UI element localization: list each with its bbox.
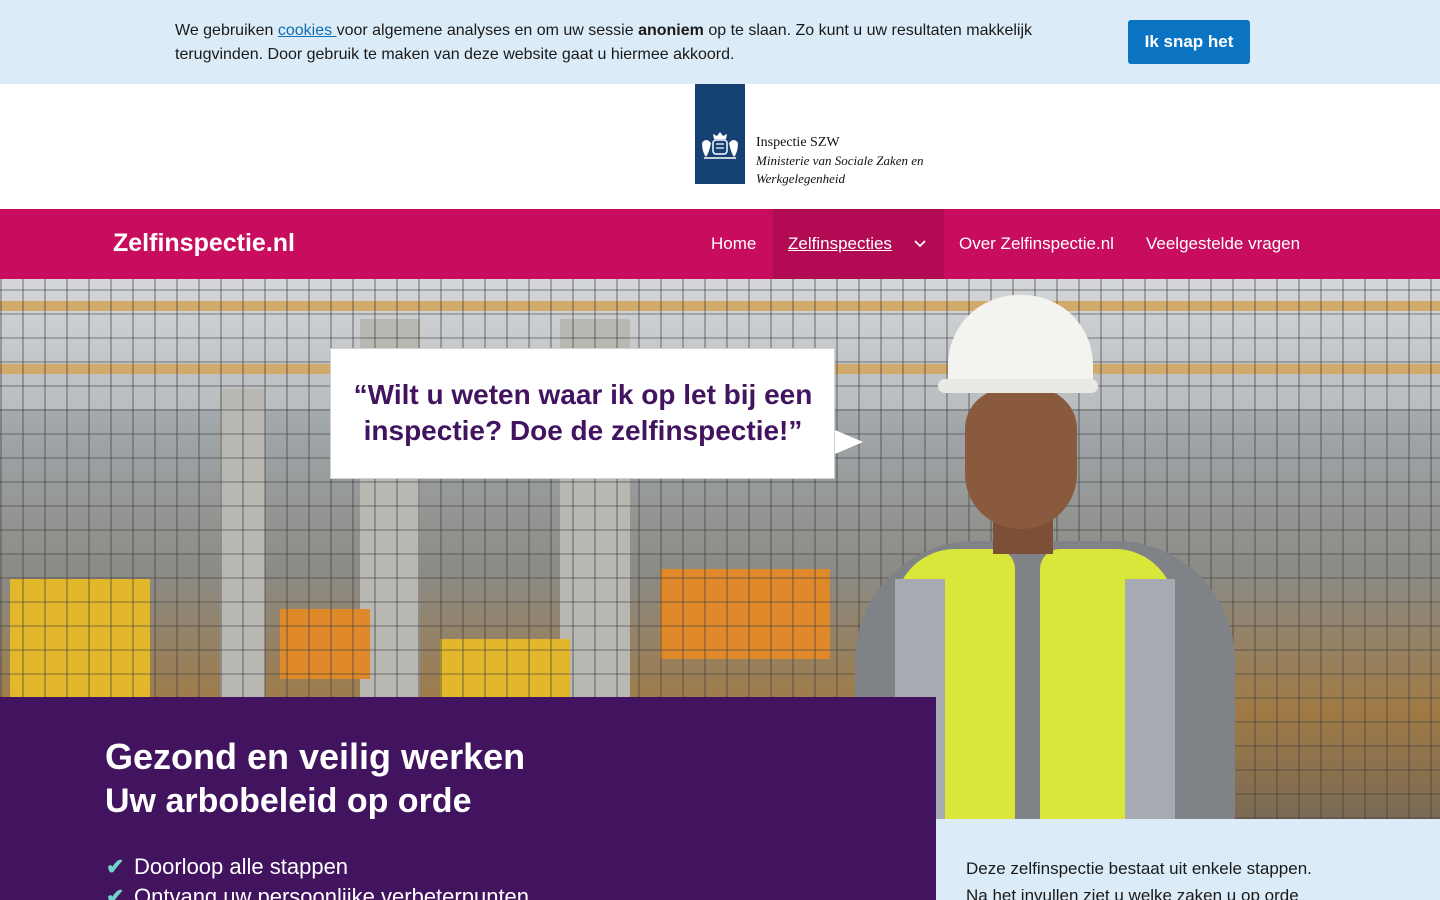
worker-vest-stripe xyxy=(1125,579,1175,819)
logo-header: Inspectie SZW Ministerie van Sociale Zak… xyxy=(0,84,1440,209)
nav-item-label: Home xyxy=(711,234,757,253)
cookie-text-middle: voor algemene analyses en om uw sessie xyxy=(336,22,639,39)
logo-link[interactable] xyxy=(695,84,745,184)
cookie-message: We gebruiken cookies voor algemene analy… xyxy=(175,19,1095,67)
chevron-down-icon xyxy=(914,237,926,251)
worker-helmet-brim xyxy=(938,379,1098,393)
logo-text: Inspectie SZW Ministerie van Sociale Zak… xyxy=(756,134,926,188)
benefits-list: ✔ Doorloop alle stappen ✔ Ontvang uw perso… xyxy=(106,852,529,900)
main-navigation: Zelfinspectie.nl Home Zelfinspecties Ove… xyxy=(0,209,1440,279)
info-panel: Deze zelfinspectie bestaat uit enkele st… xyxy=(936,819,1440,900)
info-text: Deze zelfinspectie bestaat uit enkele st… xyxy=(966,859,1312,900)
list-item-label: Doorloop alle stappen xyxy=(134,854,349,879)
page-subtitle: Uw arbobeleid op orde xyxy=(105,782,472,820)
quote-bubble-tail xyxy=(835,430,863,454)
worker-face xyxy=(965,389,1077,529)
nav-item-home[interactable]: Home xyxy=(696,209,771,279)
check-icon: ✔ xyxy=(106,854,125,879)
nav-item-label: Veelgestelde vragen xyxy=(1146,234,1301,253)
nav-item-label: Over Zelfinspectie.nl xyxy=(959,234,1114,253)
list-item: ✔ Doorloop alle stappen xyxy=(106,852,529,882)
site-title[interactable]: Zelfinspectie.nl xyxy=(113,229,295,258)
check-icon: ✔ xyxy=(106,884,125,900)
cookie-bar: We gebruiken cookies voor algemene analy… xyxy=(0,0,1440,84)
cookie-text-before: We gebruiken xyxy=(175,22,278,39)
nav-item-label: Zelfinspecties xyxy=(788,234,892,253)
logo-organisation: Inspectie SZW xyxy=(756,135,840,150)
list-item-label: Ontvang uw persoonlijke verbeterpunten xyxy=(134,884,530,900)
cookie-text-bold: anoniem xyxy=(638,22,704,39)
nav-item-zelfinspecties[interactable]: Zelfinspecties xyxy=(773,209,944,279)
intro-panel: Gezond en veilig werken Uw arbobeleid op… xyxy=(0,697,936,900)
hero-quote: “Wilt u weten waar ik op let bij een ins… xyxy=(353,379,813,446)
nav-item-over[interactable]: Over Zelfinspectie.nl xyxy=(944,209,1129,279)
accept-cookies-button[interactable]: Ik snap het xyxy=(1128,20,1250,64)
coat-of-arms-icon xyxy=(698,129,742,168)
list-item: ✔ Ontvang uw persoonlijke verbeterpunten xyxy=(106,882,529,900)
logo-ministry: Ministerie van Sociale Zaken en Werkgele… xyxy=(756,153,924,186)
cookies-link[interactable]: cookies xyxy=(278,22,337,39)
hero-quote-bubble: “Wilt u weten waar ik op let bij een ins… xyxy=(330,348,835,479)
nav-item-veelgestelde-vragen[interactable]: Veelgestelde vragen xyxy=(1131,209,1315,279)
worker-helmet xyxy=(948,295,1093,390)
page-title: Gezond en veilig werken xyxy=(105,736,526,777)
